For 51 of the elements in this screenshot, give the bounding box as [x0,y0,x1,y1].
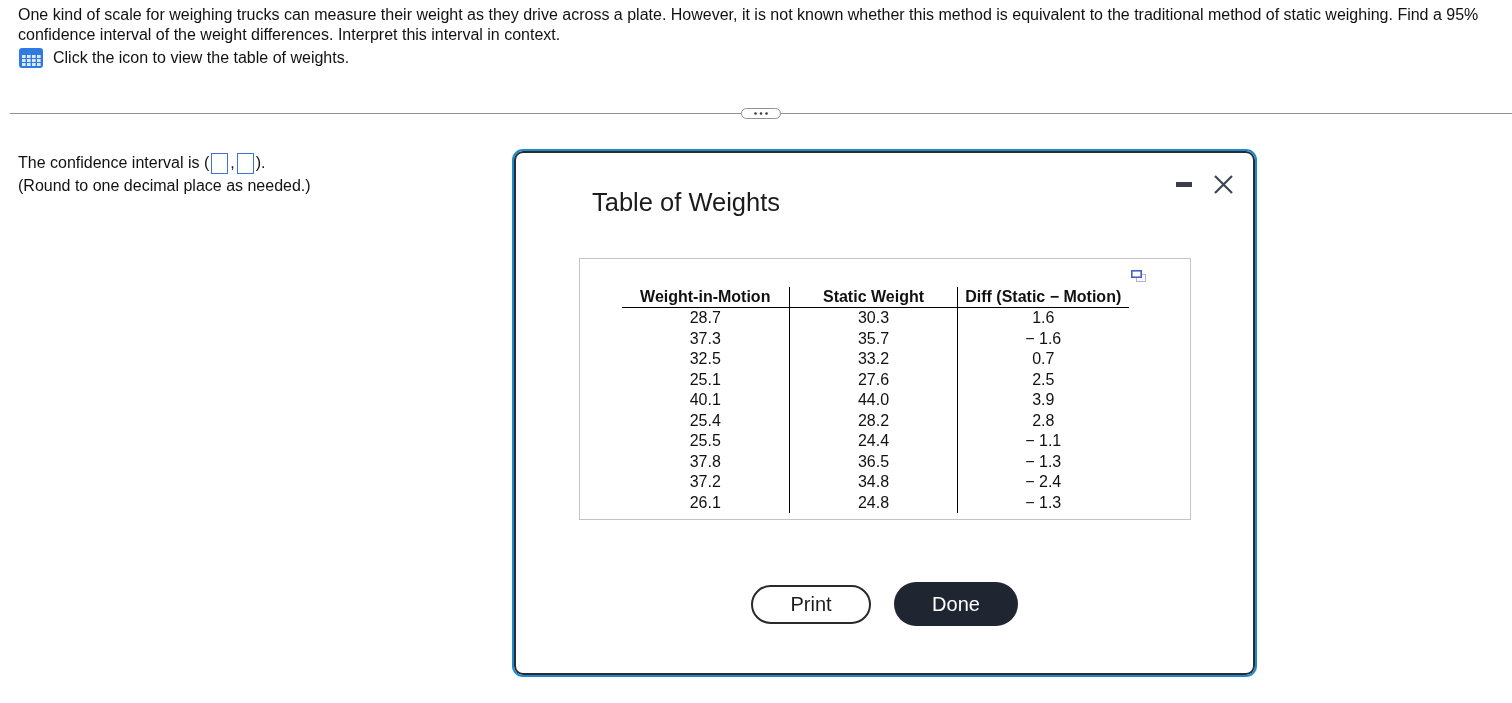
expand-button[interactable] [741,108,781,119]
question-text: One kind of scale for weighing trucks can measure their weight as they drive across a plate. However, it is not known whether this method is equivalent to the traditional method of static weighing. Find a 95% confidence interval of the weight differences. Interpret this interval in context. [18,5,1480,45]
table-cell: 27.6 [789,369,958,390]
dialog-title: Table of Weights [592,187,781,217]
minimize-icon [1176,181,1192,187]
table-icon[interactable] [19,48,43,68]
table-cell: − 1.6 [957,328,1129,349]
table-cell: 40.1 [621,390,790,411]
ellipsis-icon [754,112,768,115]
table-cell: 33.2 [789,349,958,370]
column-header: Static Weight [789,287,958,308]
table-cell: 24.4 [789,431,958,452]
table-cell: 37.2 [621,472,790,493]
table-cell: − 1.3 [957,492,1129,513]
prompt-text: The confidence interval is ( [18,153,210,173]
hint-text: Click the icon to view the table of weights. [53,48,350,68]
prompt-text: , [230,153,235,173]
table-cell: 0.7 [957,349,1129,370]
table-cell: 37.3 [621,328,790,349]
column-header: Diff (Static − Motion) [957,287,1129,308]
dialog-button[interactable]: Done [894,582,1018,626]
copy-icon[interactable] [1130,270,1146,282]
table-cell: 32.5 [621,349,790,370]
table-cell: 25.4 [621,410,790,431]
instruction-text: (Round to one decimal place as needed.) [18,176,311,196]
table-cell: 30.3 [789,307,958,329]
dialog-button[interactable]: Print [751,584,871,624]
table-cell: 36.5 [789,451,958,472]
table-cell: − 1.1 [957,431,1129,452]
table-cell: − 1.3 [957,451,1129,472]
table-cell: 3.9 [957,390,1129,411]
table-cell: 35.7 [789,328,958,349]
answer-box[interactable] [236,152,254,174]
table-cell: 1.6 [957,307,1129,329]
table-cell: 25.1 [621,369,790,390]
table-cell: 24.8 [789,492,958,513]
column-header: Weight-in-Motion [621,287,790,308]
table-cell: − 2.4 [957,472,1129,493]
table-cell: 28.2 [789,410,958,431]
table-cell: 44.0 [789,390,958,411]
table-cell: 28.7 [621,307,790,329]
close-icon [1213,174,1233,194]
table-cell: 2.5 [957,369,1129,390]
answer-box[interactable] [211,152,229,174]
table-cell: 25.5 [621,431,790,452]
table-cell: 37.8 [621,451,790,472]
close-button[interactable] [1211,172,1235,196]
table-cell: 26.1 [621,492,790,513]
prompt-text: ). [255,153,266,173]
table-cell: 34.8 [789,472,958,493]
table-cell: 2.8 [957,410,1129,431]
